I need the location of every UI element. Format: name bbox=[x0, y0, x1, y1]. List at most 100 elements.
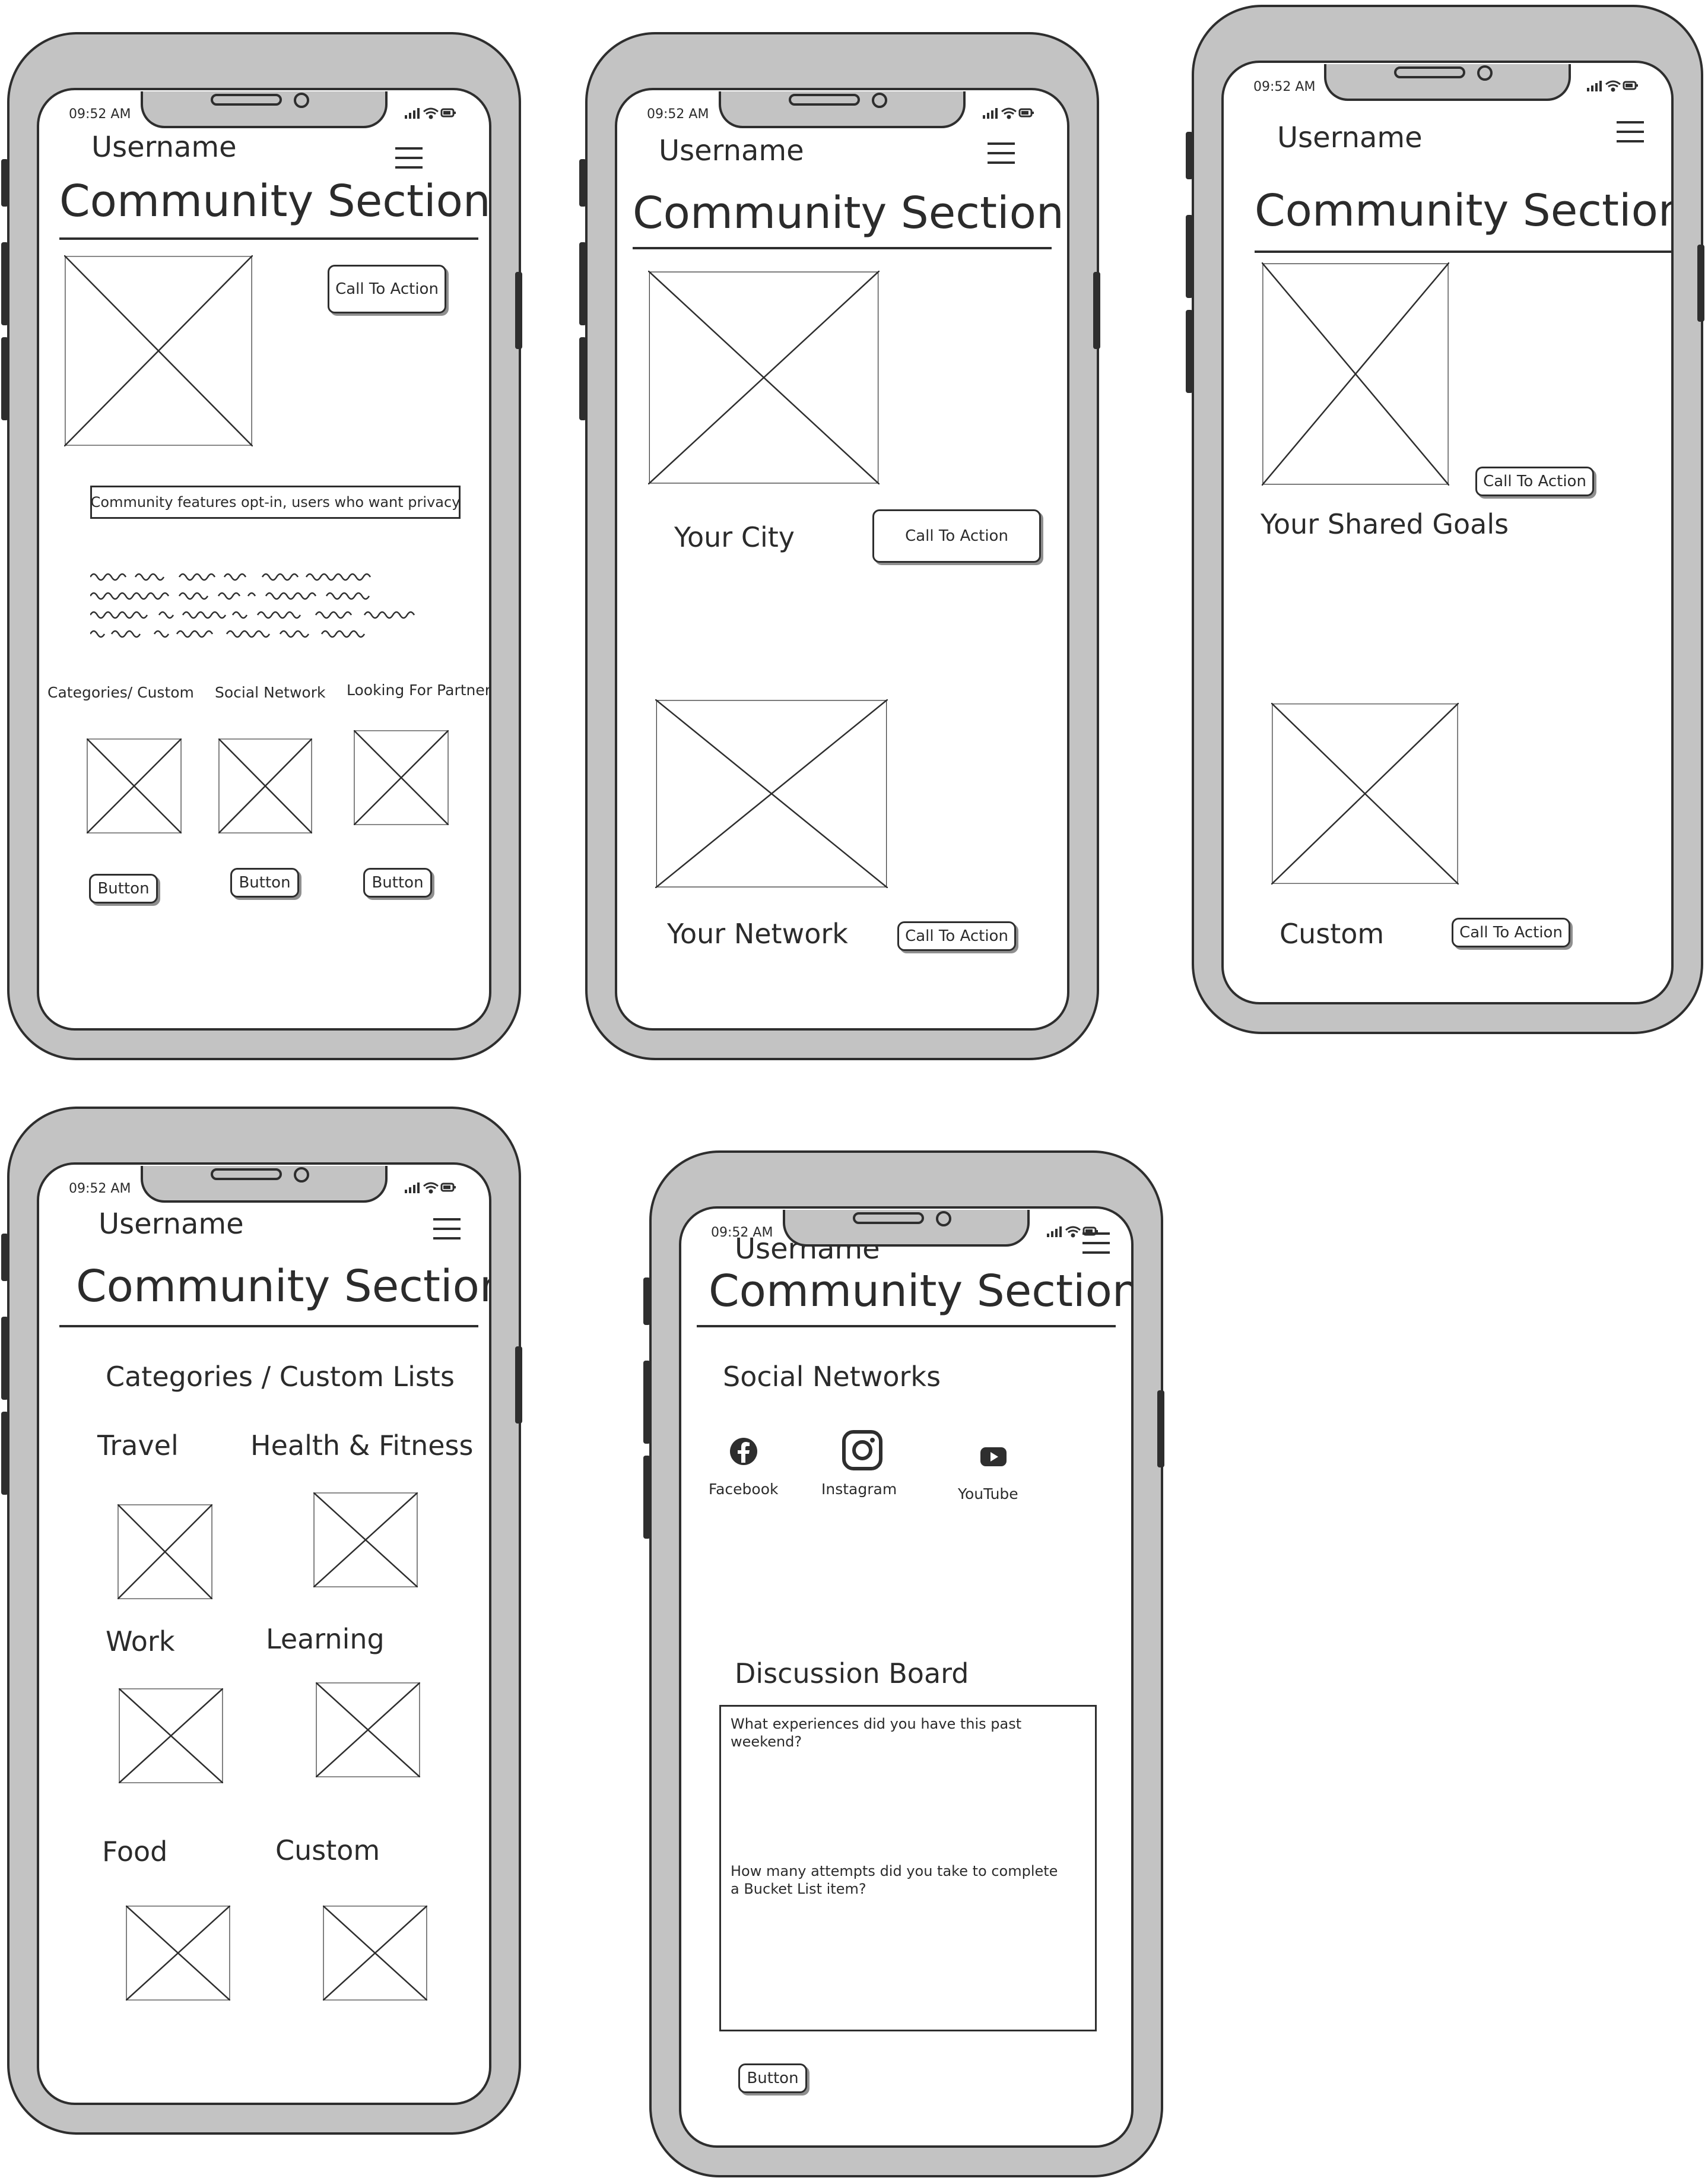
instagram-icon[interactable] bbox=[842, 1429, 883, 1471]
placeholder-text bbox=[89, 569, 423, 648]
category-label-social-network: Social Network bbox=[215, 684, 326, 701]
category-label-categories-custom: Categories/ Custom bbox=[47, 684, 194, 701]
list-label-custom: Custom bbox=[275, 1834, 380, 1866]
side-button bbox=[1, 1317, 8, 1400]
facebook-label: Facebook bbox=[709, 1481, 779, 1498]
battery-icon bbox=[1018, 108, 1034, 118]
side-button bbox=[579, 337, 586, 420]
speaker bbox=[211, 94, 282, 106]
title-divider bbox=[59, 237, 478, 240]
list-label-health-fitness: Health & Fitness bbox=[250, 1429, 474, 1462]
list-label-travel: Travel bbox=[97, 1429, 179, 1462]
side-button bbox=[1, 159, 8, 207]
youtube-icon[interactable] bbox=[979, 1446, 1008, 1467]
privacy-notice: Community features opt-in, users who wan… bbox=[90, 486, 461, 519]
battery-icon bbox=[1623, 81, 1638, 90]
hamburger-menu-icon[interactable] bbox=[433, 1218, 461, 1240]
speaker bbox=[211, 1168, 282, 1180]
list-label-food: Food bbox=[102, 1836, 168, 1868]
list-label-work: Work bbox=[106, 1625, 175, 1657]
your-network-label: Your Network bbox=[667, 918, 848, 950]
wifi-icon bbox=[1001, 107, 1017, 119]
youtube-label: YouTube bbox=[958, 1485, 1018, 1502]
discussion-board[interactable]: What experiences did you have this past … bbox=[719, 1705, 1097, 2031]
phone-3-screen: 09:52 AM Username Community Section Call… bbox=[1221, 61, 1674, 1004]
side-button bbox=[1186, 215, 1193, 298]
discussion-board-heading: Discussion Board bbox=[735, 1657, 969, 1689]
side-button bbox=[1186, 132, 1193, 179]
signal-icon bbox=[983, 108, 998, 119]
social-networks-heading: Social Networks bbox=[723, 1361, 941, 1393]
image-placeholder bbox=[119, 1688, 223, 1783]
image-placeholder bbox=[354, 730, 449, 825]
image-placeholder bbox=[126, 1906, 230, 2001]
looking-for-partner-button[interactable]: Button bbox=[363, 868, 432, 898]
phone-2-screen: 09:52 AM Username Community Section Your… bbox=[615, 88, 1069, 1031]
camera bbox=[1477, 65, 1493, 81]
social-network-button[interactable]: Button bbox=[230, 868, 299, 898]
call-to-action-button[interactable]: Call To Action bbox=[328, 265, 446, 313]
hamburger-menu-icon[interactable] bbox=[1617, 121, 1644, 142]
image-placeholder bbox=[87, 738, 182, 833]
battery-icon bbox=[440, 108, 456, 118]
phone-3: 09:52 AM Username Community Section Call… bbox=[1186, 5, 1704, 1034]
side-button bbox=[515, 272, 522, 349]
side-button bbox=[1, 337, 8, 420]
wifi-icon bbox=[423, 107, 439, 119]
your-city-label: Your City bbox=[674, 521, 795, 553]
discussion-question[interactable]: How many attempts did you take to comple… bbox=[731, 1862, 1063, 1898]
goals-call-to-action-button[interactable]: Call To Action bbox=[1475, 467, 1594, 496]
image-placeholder bbox=[313, 1492, 418, 1587]
side-button bbox=[1186, 310, 1193, 393]
status-icons bbox=[982, 106, 1035, 122]
status-icons bbox=[1046, 1224, 1099, 1241]
side-button bbox=[1157, 1390, 1164, 1467]
status-icons bbox=[404, 106, 457, 122]
status-icons bbox=[404, 1180, 457, 1197]
hamburger-menu-icon[interactable] bbox=[988, 142, 1015, 164]
image-placeholder bbox=[64, 255, 253, 446]
list-label-learning: Learning bbox=[266, 1623, 385, 1655]
custom-call-to-action-button[interactable]: Call To Action bbox=[1452, 918, 1570, 947]
discussion-question[interactable]: What experiences did you have this past … bbox=[731, 1715, 1085, 1751]
battery-icon bbox=[440, 1183, 456, 1192]
side-button bbox=[1, 242, 8, 325]
category-button[interactable]: Button bbox=[89, 874, 158, 904]
status-time: 09:52 AM bbox=[69, 107, 131, 122]
username: Username bbox=[659, 134, 804, 167]
city-call-to-action-button[interactable]: Call To Action bbox=[872, 509, 1041, 563]
phone-4: 09:52 AM Username Community Section Cate… bbox=[1, 1107, 522, 2135]
title-divider bbox=[1255, 251, 1671, 253]
network-call-to-action-button[interactable]: Call To Action bbox=[897, 921, 1016, 951]
phone-1: 09:52 AM Username Community Section Call… bbox=[1, 32, 522, 1060]
signal-icon bbox=[1587, 81, 1602, 91]
facebook-icon[interactable] bbox=[729, 1437, 758, 1466]
signal-icon bbox=[405, 1183, 420, 1193]
username: Username bbox=[91, 131, 237, 164]
signal-icon bbox=[1047, 1226, 1062, 1237]
battery-icon bbox=[1082, 1226, 1098, 1236]
discussion-button[interactable]: Button bbox=[738, 2063, 807, 2093]
phone-4-screen: 09:52 AM Username Community Section Cate… bbox=[37, 1162, 491, 2105]
image-placeholder bbox=[118, 1504, 212, 1599]
status-time: 09:52 AM bbox=[69, 1181, 131, 1196]
wifi-icon bbox=[1065, 1226, 1081, 1238]
hamburger-menu-icon[interactable] bbox=[395, 147, 423, 169]
side-button bbox=[1697, 245, 1704, 322]
side-button bbox=[1093, 272, 1100, 349]
side-button bbox=[1, 1412, 8, 1495]
image-placeholder bbox=[1271, 703, 1459, 885]
page-title: Community Section bbox=[709, 1266, 1134, 1317]
image-placeholder bbox=[648, 271, 880, 484]
phone-1-screen: 09:52 AM Username Community Section Call… bbox=[37, 88, 491, 1031]
side-button bbox=[579, 242, 586, 325]
speaker bbox=[853, 1212, 924, 1224]
categories-heading: Categories / Custom Lists bbox=[106, 1361, 455, 1393]
custom-label: Custom bbox=[1280, 918, 1385, 950]
status-icons bbox=[1586, 78, 1639, 95]
image-placeholder bbox=[218, 738, 312, 833]
status-time: 09:52 AM bbox=[647, 107, 709, 122]
side-button bbox=[643, 1361, 650, 1444]
image-placeholder bbox=[655, 699, 888, 888]
page-title: Community Section bbox=[1255, 185, 1674, 236]
